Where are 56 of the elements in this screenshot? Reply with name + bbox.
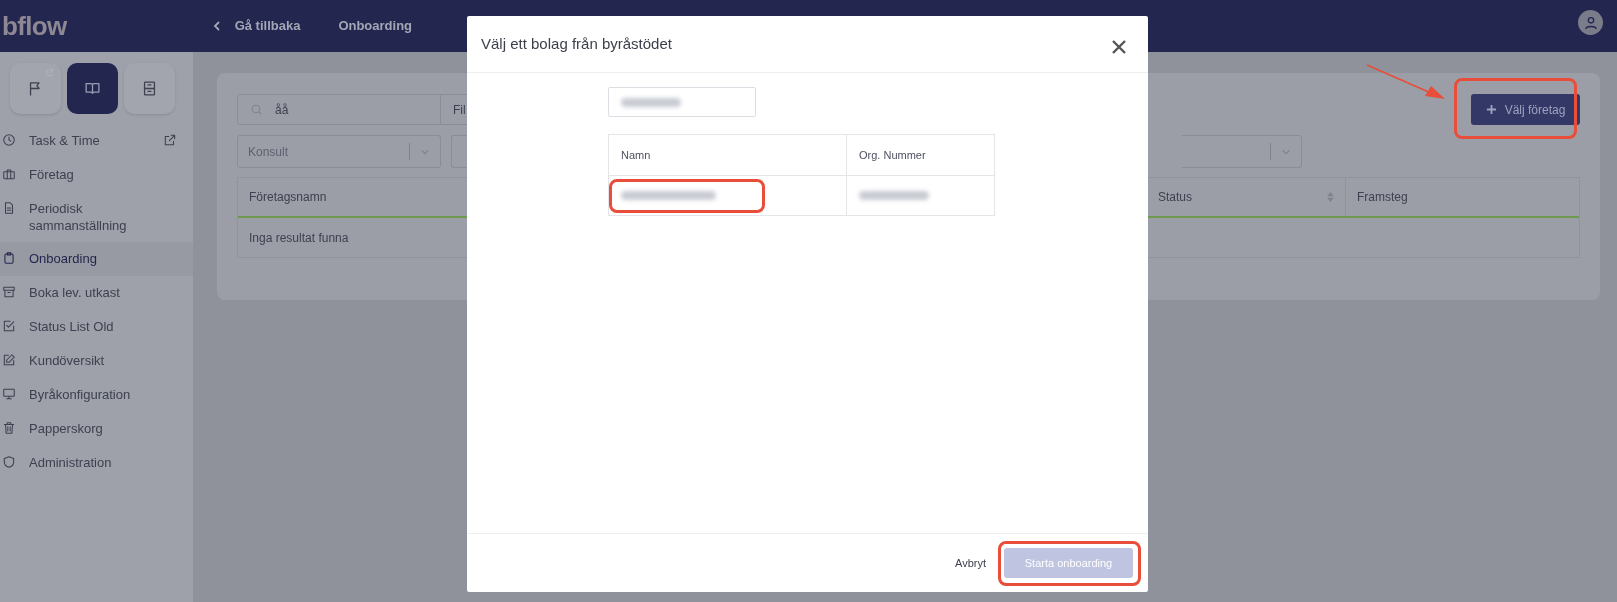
- nav-tile[interactable]: [124, 63, 175, 114]
- close-icon: [1112, 40, 1126, 54]
- add-company-button[interactable]: Välj företag: [1471, 94, 1580, 125]
- sidebar-item[interactable]: Periodisk sammanställning: [0, 192, 193, 242]
- clipboard-icon: [2, 251, 16, 265]
- archive-icon: [2, 285, 16, 299]
- logo: bflow: [2, 9, 67, 43]
- shield-icon: [2, 455, 16, 469]
- sidebar-label: Status List Old: [29, 318, 114, 335]
- column-header[interactable]: Framsteg: [1345, 178, 1579, 216]
- sidebar-item[interactable]: Byråkonfiguration: [0, 378, 193, 412]
- briefcase-icon: [2, 167, 16, 181]
- monitor-icon: [2, 387, 16, 401]
- book-icon: [84, 80, 101, 97]
- page-title: Onboarding: [338, 17, 413, 36]
- sidebar-item[interactable]: Papperskorg: [0, 412, 193, 446]
- sidebar-label: Kundöversikt: [29, 352, 105, 369]
- sidebar-item[interactable]: Administration: [0, 446, 193, 480]
- sidebar-label: Administration: [29, 454, 112, 471]
- back-link[interactable]: Gå tillbaka: [210, 16, 301, 36]
- modal-title: Välj ett bolag från byråstödet: [481, 33, 672, 54]
- sort-icon: [1327, 192, 1334, 202]
- sidebar-label: Task & Time: [29, 132, 100, 149]
- cancel-button[interactable]: Avbryt: [955, 554, 986, 572]
- sidebar-item[interactable]: Företag: [0, 158, 193, 192]
- avatar-icon[interactable]: [1578, 10, 1603, 35]
- sidebar-label: Byråkonfiguration: [29, 386, 131, 403]
- sidebar-item[interactable]: Status List Old: [0, 310, 193, 344]
- edit-icon: [2, 353, 16, 367]
- nav-tile[interactable]: [10, 63, 61, 114]
- cabinet-icon: [141, 80, 158, 97]
- search-value: åå: [275, 101, 289, 119]
- sidebar-item[interactable]: Onboarding: [0, 242, 193, 276]
- sidebar-label: Periodisk sammanställning: [29, 200, 128, 234]
- column-header: Org. Nummer: [846, 135, 994, 175]
- sidebar-label: Boka lev. utkast: [29, 284, 120, 301]
- consultant-select[interactable]: Konsult: [237, 135, 441, 168]
- sidebar-label: Onboarding: [29, 250, 97, 267]
- checkbox-icon: [2, 319, 16, 333]
- empty-message: Inga resultat funna: [249, 229, 349, 247]
- sidebar-label: Papperskorg: [29, 420, 103, 437]
- company-search-field[interactable]: [608, 87, 756, 117]
- sidebar-item[interactable]: Task & Time: [0, 124, 193, 158]
- search-field[interactable]: åå: [237, 94, 441, 125]
- nav-tile[interactable]: [67, 63, 118, 114]
- search-icon: [250, 103, 263, 116]
- document-icon: [2, 201, 16, 215]
- plus-icon: [1485, 104, 1497, 115]
- sidebar-item[interactable]: Kundöversikt: [0, 344, 193, 378]
- column-header: Namn: [620, 147, 652, 163]
- clock-icon: [2, 133, 16, 147]
- sidebar-label: Företag: [29, 166, 74, 183]
- select-field[interactable]: [1182, 135, 1302, 168]
- sidebar-item[interactable]: Boka lev. utkast: [0, 276, 193, 310]
- external-link-icon: [163, 133, 177, 147]
- trash-icon: [2, 421, 16, 435]
